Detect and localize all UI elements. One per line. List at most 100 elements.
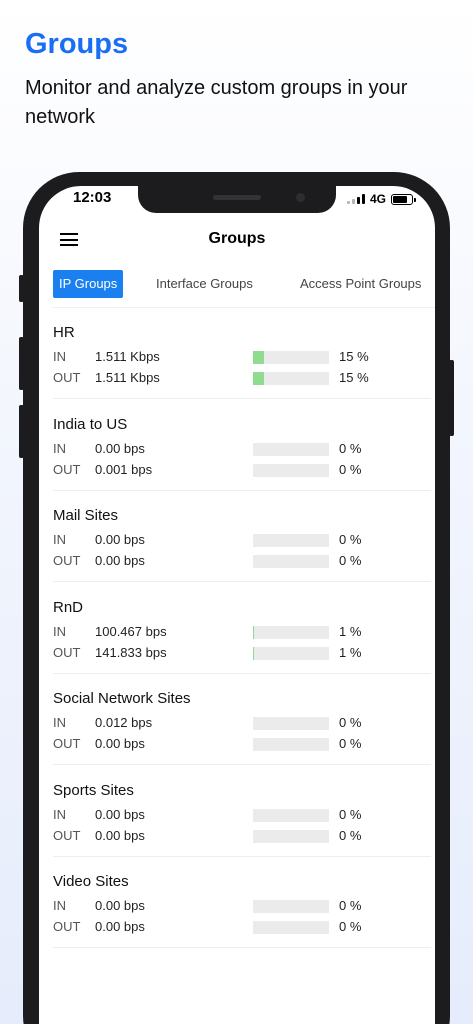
traffic-in-row: IN 100.467 bps 1 % <box>53 624 431 640</box>
traffic-in-percent: 0 % <box>339 898 362 913</box>
network-type: 4G <box>369 192 386 206</box>
group-name: Mail Sites <box>53 507 119 524</box>
group-name: HR <box>53 324 75 341</box>
group-item[interactable]: Video Sites IN 0.00 bps 0 % OUT 0.00 bps 0 % <box>53 857 431 948</box>
traffic-out-progress-bar <box>253 555 329 568</box>
page-title: Groups <box>208 230 266 247</box>
traffic-out-value: 0.001 bps <box>95 461 153 477</box>
promo-subtitle: Monitor and analyze custom groups in you… <box>25 77 408 128</box>
traffic-in-progress-bar <box>253 625 329 639</box>
traffic-in-percent: 0 % <box>339 715 362 730</box>
traffic-in-row: IN 1.511 Kbps 15 % <box>53 349 431 365</box>
group-item[interactable]: Sports Sites IN 0.00 bps 0 % OUT 0.00 bps 0 % <box>53 766 431 857</box>
traffic-in-progress-bar <box>253 900 329 913</box>
traffic-out-label: OUT <box>53 827 81 843</box>
traffic-in-label: IN <box>53 623 66 639</box>
traffic-in-progress-bar <box>253 808 329 822</box>
traffic-out-label: OUT <box>53 644 81 660</box>
phone-screen: 12:03 4G Groups IP Groups Interface Grou… <box>39 186 435 1024</box>
traffic-in-row: IN 0.00 bps 0 % <box>53 532 431 548</box>
traffic-out-percent: 15 % <box>339 370 369 385</box>
traffic-out-label: OUT <box>53 370 81 385</box>
traffic-out-progress-bar <box>253 829 329 843</box>
traffic-in-label: IN <box>53 349 66 364</box>
group-name: Sports Sites <box>53 781 134 799</box>
traffic-out-progress-fill <box>253 646 254 660</box>
front-camera <box>296 193 305 202</box>
traffic-out-value: 0.00 bps <box>95 736 145 751</box>
group-name: Social Network Sites <box>53 690 191 707</box>
promo-title: Groups <box>25 28 129 60</box>
traffic-out-row: OUT 0.00 bps 0 % <box>53 828 431 844</box>
traffic-in-row: IN 0.00 bps 0 % <box>53 898 431 914</box>
traffic-in-value: 1.511 Kbps <box>95 349 160 364</box>
traffic-out-progress-fill <box>253 372 265 385</box>
status-time: 12:03 <box>73 189 112 206</box>
traffic-out-progress-bar <box>253 738 329 751</box>
traffic-in-label: IN <box>53 898 66 913</box>
tab-interface-groups[interactable]: Interface Groups <box>156 270 253 298</box>
tab-access-point-groups[interactable]: Access Point Groups <box>300 270 421 298</box>
traffic-out-row: OUT 0.00 bps 0 % <box>53 553 431 569</box>
traffic-in-value: 0.00 bps <box>95 898 145 913</box>
traffic-out-row: OUT 0.00 bps 0 % <box>53 736 431 752</box>
group-item[interactable]: India to US IN 0.00 bps 0 % OUT 0.001 bps 0 % <box>53 400 431 491</box>
group-item[interactable]: Mail Sites IN 0.00 bps 0 % OUT 0.00 bps 0 % <box>53 491 431 582</box>
traffic-out-value: 0.00 bps <box>95 827 145 843</box>
status-indicators: 4G <box>346 192 416 206</box>
traffic-in-percent: 0 % <box>339 532 362 547</box>
traffic-out-progress-bar <box>253 646 329 660</box>
traffic-in-label: IN <box>53 440 66 456</box>
battery-icon <box>391 193 416 205</box>
traffic-out-progress-bar <box>253 372 329 385</box>
traffic-out-value: 0.00 bps <box>95 919 145 934</box>
speaker-grille <box>213 195 261 200</box>
traffic-in-label: IN <box>53 715 66 730</box>
traffic-out-label: OUT <box>53 919 81 934</box>
traffic-in-row: IN 0.012 bps 0 % <box>53 715 431 731</box>
traffic-out-value: 0.00 bps <box>95 553 145 568</box>
group-item[interactable]: Social Network Sites IN 0.012 bps 0 % OUT 0.0… <box>53 674 431 765</box>
group-name: India to US <box>53 415 128 433</box>
traffic-in-progress-bar <box>253 717 329 730</box>
traffic-out-progress-bar <box>253 463 329 477</box>
group-name: RnD <box>53 598 84 616</box>
phone-power-button <box>449 360 454 436</box>
traffic-in-percent: 0 % <box>339 806 362 822</box>
traffic-out-row: OUT 1.511 Kbps 15 % <box>53 370 431 386</box>
phone-notch <box>138 186 336 213</box>
traffic-in-value: 0.00 bps <box>95 806 145 822</box>
traffic-in-value: 100.467 bps <box>95 623 167 639</box>
traffic-out-progress-bar <box>253 921 329 934</box>
traffic-in-percent: 1 % <box>339 623 362 639</box>
tab-ip-groups[interactable]: IP Groups <box>53 270 124 298</box>
traffic-in-percent: 0 % <box>339 440 362 456</box>
traffic-out-percent: 0 % <box>339 461 362 477</box>
traffic-in-value: 0.012 bps <box>95 715 153 730</box>
traffic-out-row: OUT 0.001 bps 0 % <box>53 462 431 478</box>
group-name: Video Sites <box>53 873 129 890</box>
traffic-out-label: OUT <box>53 736 81 751</box>
phone-volume-down-button <box>19 405 24 458</box>
traffic-out-row: OUT 141.833 bps 1 % <box>53 645 431 661</box>
traffic-out-value: 1.511 Kbps <box>95 370 160 385</box>
traffic-out-label: OUT <box>53 553 81 568</box>
traffic-in-row: IN 0.00 bps 0 % <box>53 807 431 823</box>
nav-bar: Groups <box>39 222 435 256</box>
traffic-in-progress-bar <box>253 442 329 456</box>
traffic-in-label: IN <box>53 806 66 822</box>
traffic-out-percent: 0 % <box>339 736 362 751</box>
traffic-out-value: 141.833 bps <box>95 644 167 660</box>
traffic-out-percent: 0 % <box>339 827 362 843</box>
traffic-in-row: IN 0.00 bps 0 % <box>53 441 431 457</box>
group-item[interactable]: RnD IN 100.467 bps 1 % OUT 141.833 bps 1 % <box>53 583 431 674</box>
phone-volume-up-button <box>19 337 24 390</box>
traffic-in-progress-fill <box>253 625 254 639</box>
traffic-in-progress-bar <box>253 534 329 547</box>
group-type-tabs: IP Groups Interface Groups Access Point … <box>39 270 435 298</box>
traffic-out-percent: 0 % <box>339 553 362 568</box>
traffic-in-value: 0.00 bps <box>95 532 145 547</box>
traffic-in-progress-bar <box>253 351 329 364</box>
traffic-in-percent: 15 % <box>339 349 369 364</box>
group-item[interactable]: HR IN 1.511 Kbps 15 % OUT 1.511 Kbps 15 % <box>53 308 431 399</box>
